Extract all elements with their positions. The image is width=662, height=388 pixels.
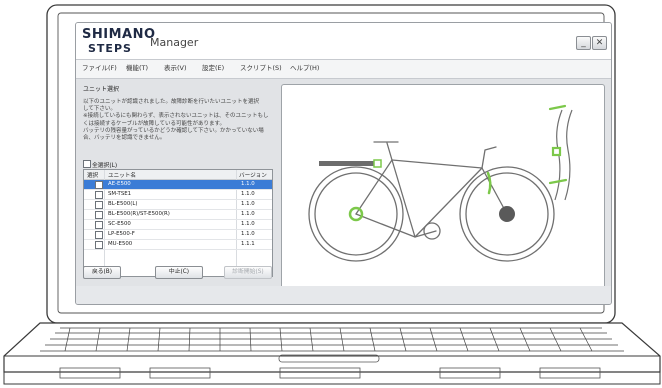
row-checkbox[interactable] (95, 221, 103, 229)
menu-script[interactable]: スクリプト(S) (240, 62, 282, 72)
row-checkbox[interactable] (95, 241, 103, 249)
column-header-version[interactable]: バージョン (239, 171, 267, 179)
unit-selection-panel: ユニット選択 以下のユニットが認識されました。故障診断を行いたいユニットを選択 … (83, 83, 281, 283)
menu-file[interactable]: ファイル(F) (82, 62, 117, 72)
unit-version: 1.1.0 (241, 231, 255, 237)
table-row[interactable]: MU-E500 1.1.1 (84, 240, 272, 250)
stop-button[interactable]: 中止(C) (155, 266, 203, 279)
unit-name: BL-E500(L) (108, 201, 138, 207)
table-row[interactable]: SM-TSE1 1.1.0 (84, 190, 272, 200)
table-row[interactable]: SC-E500 1.1.0 (84, 220, 272, 230)
shifter-highlight (486, 171, 492, 195)
unit-version: 1.1.0 (241, 201, 255, 207)
minimize-button[interactable]: _ (576, 36, 591, 50)
menu-bar: ファイル(F) 機能(T) 表示(V) 設定(E) スクリプト(S) ヘルプ(H… (76, 59, 611, 79)
unit-name: MU-E500 (108, 241, 133, 247)
column-header-unit-name[interactable]: ユニット名 (108, 171, 136, 179)
unit-version: 1.1.1 (241, 241, 255, 247)
column-header-select[interactable]: 選択 (87, 171, 98, 179)
row-checkbox[interactable] (95, 231, 103, 239)
bike-diagram-panel (281, 84, 605, 301)
menu-function[interactable]: 機能(T) (126, 62, 148, 72)
app-title: Manager (150, 36, 199, 49)
unit-name: LP-E500-F (108, 231, 135, 237)
close-button[interactable]: ✕ (592, 36, 607, 50)
unit-version: 1.1.0 (241, 211, 255, 217)
table-row[interactable]: AE-E500 1.1.0 (84, 180, 272, 190)
unit-table: 選択 ユニット名 バージョン AE-E500 1.1.0 SM-TSE1 1.1… (83, 169, 273, 277)
table-row[interactable]: LP-E500-F 1.1.0 (84, 230, 272, 240)
unit-name: AE-E500 (108, 181, 131, 187)
unit-name: SM-TSE1 (108, 191, 132, 197)
unit-version: 1.1.0 (241, 181, 255, 187)
status-bar (76, 286, 611, 304)
select-all-checkbox[interactable] (83, 160, 91, 168)
app-window: SHIMANO STEPS Manager _ ✕ ファイル(F) 機能(T) … (75, 22, 612, 305)
row-checkbox[interactable] (95, 191, 103, 199)
unit-version: 1.1.0 (241, 191, 255, 197)
select-all-label: 全選択(L) (92, 163, 118, 169)
instructions-text: 以下のユニットが認識されました。故障診断を行いたいユニットを選択 して下さい。 … (83, 99, 269, 142)
table-row[interactable]: BL-E500(R)/ST-E500(R) 1.1.0 (84, 210, 272, 220)
logo-text: SHIMANO (82, 27, 156, 42)
menu-settings[interactable]: 設定(E) (202, 62, 224, 72)
table-header: 選択 ユニット名 バージョン (84, 170, 272, 180)
unit-name: BL-E500(R)/ST-E500(R) (108, 211, 170, 217)
bike-illustration (308, 104, 573, 262)
row-checkbox[interactable] (95, 181, 103, 189)
row-checkbox[interactable] (95, 201, 103, 209)
start-diagnosis-button[interactable]: 診断開始(S) (224, 266, 272, 279)
panel-heading: ユニット選択 (83, 86, 120, 93)
shimano-steps-logo: SHIMANO STEPS (82, 25, 155, 57)
unit-version: 1.1.0 (241, 221, 255, 227)
back-button[interactable]: 戻る(B) (83, 266, 121, 279)
menu-view[interactable]: 表示(V) (164, 62, 187, 72)
row-checkbox[interactable] (95, 211, 103, 219)
title-bar: SHIMANO STEPS Manager _ ✕ (76, 23, 611, 59)
unit-name: SC-E500 (108, 221, 131, 227)
menu-help[interactable]: ヘルプ(H) (290, 62, 319, 72)
logo-subtext: STEPS (88, 42, 132, 55)
table-row[interactable]: BL-E500(L) 1.1.0 (84, 200, 272, 210)
